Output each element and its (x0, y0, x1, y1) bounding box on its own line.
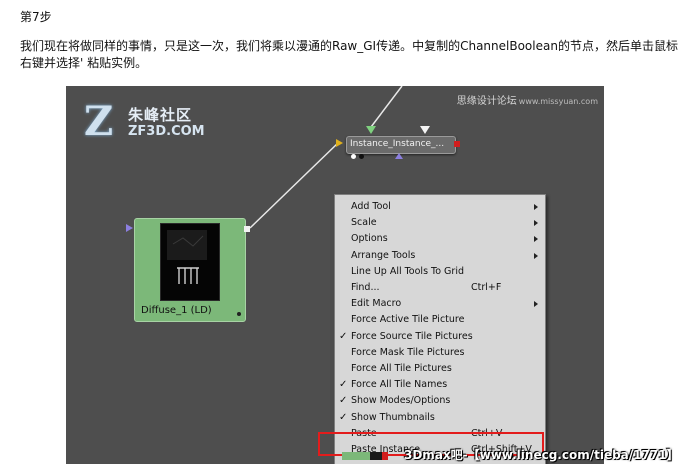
connection-diffuse-to-instance (249, 142, 339, 229)
step-title: 第7步 (20, 10, 52, 24)
logo-z-mark: Z (84, 98, 114, 145)
menu-item-show-thumbnails[interactable]: ✓ Show Thumbnails (335, 410, 545, 426)
instance-view1-dot-icon[interactable] (351, 154, 356, 159)
color-strip-dark (370, 452, 382, 460)
logo-name-cn: 朱峰社区 (128, 106, 193, 124)
menu-item-force-source-tile-pictures[interactable]: ✓ Force Source Tile Pictures (335, 329, 545, 345)
menu-item-find[interactable]: Find... Ctrl+F (335, 280, 545, 296)
watermark-top-right: 思缘设计论坛 www.missyuan.com (457, 92, 598, 107)
instruction-text: 我们现在将做同样的事情，只是这一次，我们将乘以漫通的Raw_GI传递。中复制的C… (20, 39, 678, 70)
instance-view2-dot-icon[interactable] (359, 154, 364, 159)
flow-editor-screenshot: Z 朱峰社区 ZF3D.COM 思缘设计论坛 www.missyuan.com I… (66, 86, 604, 464)
diffuse-node-label: Diffuse_1 (LD) (141, 305, 212, 316)
menu-item-force-all-tile-names[interactable]: ✓ Force All Tile Names (335, 377, 545, 393)
diffuse-input-triangle-icon[interactable] (126, 224, 133, 232)
checkmark-icon: ✓ (339, 379, 348, 391)
instance-output-square-icon[interactable] (454, 141, 460, 147)
menu-item-shortcut: Ctrl+F (471, 282, 502, 293)
menu-item-force-mask-tile-pictures[interactable]: Force Mask Tile Pictures (335, 345, 545, 361)
menu-item-scale[interactable]: Scale (335, 215, 545, 231)
menu-item-line-up-all-tools-to-grid[interactable]: Line Up All Tools To Grid (335, 264, 545, 280)
diffuse-node[interactable]: Diffuse_1 (LD) (134, 218, 246, 322)
menu-item-add-tool[interactable]: Add Tool (335, 199, 545, 215)
instance-input-triangle-icon[interactable] (366, 126, 376, 134)
submenu-arrow-icon (534, 236, 538, 243)
color-strip-red (382, 452, 388, 460)
menu-item-label: Force All Tile Names (351, 379, 448, 391)
menu-item-label: Force All Tile Pictures (351, 363, 452, 374)
watermark-top-sub: www.missyuan.com (518, 97, 598, 106)
menu-item-arrange-tools[interactable]: Arrange Tools (335, 248, 545, 264)
checkmark-icon: ✓ (339, 395, 348, 407)
thumbnail-image (167, 230, 207, 284)
menu-item-options[interactable]: Options (335, 231, 545, 247)
watermark-top-main: 思缘设计论坛 (456, 96, 517, 107)
watermark-bottom: 3Dmax吧-【www.linecg.com/tieba/1771】 (404, 448, 679, 462)
connection-upstream (370, 86, 403, 128)
menu-item-label: Arrange Tools (351, 249, 416, 261)
menu-item-label: Scale (351, 217, 377, 229)
menu-item-label: Line Up All Tools To Grid (351, 265, 464, 277)
logo-name-en: ZF3D.COM (128, 124, 205, 139)
color-strip-green (342, 452, 370, 460)
diffuse-thumbnail (160, 223, 220, 301)
instance-node-label: Instance_Instance_... (350, 139, 445, 149)
instance-node[interactable]: Instance_Instance_... (346, 136, 456, 154)
context-menu: Add Tool Scale Options Arrange Tools Line Up… (334, 194, 546, 464)
zf3d-logo: Z 朱峰社区 ZF3D.COM (84, 102, 224, 146)
menu-item-edit-macro[interactable]: Edit Macro (335, 296, 545, 312)
menu-item-force-all-tile-pictures[interactable]: Force All Tile Pictures (335, 361, 545, 377)
checkmark-icon: ✓ (339, 411, 348, 423)
menu-item-label: Show Modes/Options (351, 395, 451, 407)
menu-item-label: Add Tool (351, 201, 391, 212)
diffuse-view-dot-icon[interactable] (237, 312, 241, 316)
submenu-arrow-icon (534, 220, 538, 227)
menu-item-label: Show Thumbnails (351, 411, 435, 423)
diffuse-output-square-icon[interactable] (244, 226, 250, 232)
menu-item-label: Options (351, 233, 388, 245)
menu-item-label: Edit Macro (351, 298, 402, 310)
menu-item-force-active-tile-picture[interactable]: Force Active Tile Picture (335, 312, 545, 328)
instance-effect-input-triangle-icon[interactable] (420, 126, 430, 134)
submenu-arrow-icon (534, 301, 538, 308)
menu-item-label: Force Mask Tile Pictures (351, 346, 465, 358)
menu-item-label: Force Active Tile Picture (351, 314, 465, 326)
submenu-arrow-icon (534, 204, 538, 210)
menu-item-label: Find... (351, 282, 380, 293)
instance-background-input-icon[interactable] (336, 139, 343, 147)
instance-mask-input-icon[interactable] (395, 153, 403, 159)
checkmark-icon: ✓ (339, 330, 348, 342)
menu-item-label: Force Source Tile Pictures (351, 330, 473, 342)
menu-item-show-modes-options[interactable]: ✓ Show Modes/Options (335, 393, 545, 409)
submenu-arrow-icon (534, 252, 538, 259)
